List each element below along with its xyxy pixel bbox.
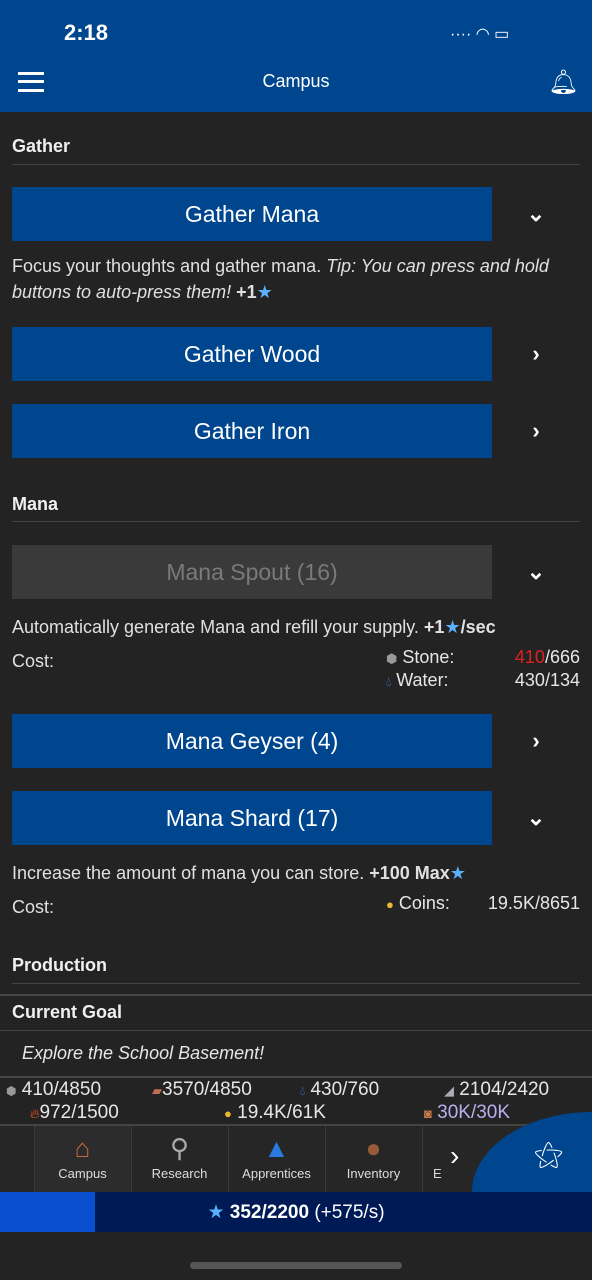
resource-wood: ▰3570/4850 <box>152 1079 252 1100</box>
cost-stone: ⬢ Stone: <box>386 647 455 667</box>
mana-spout-description: Automatically generate Mana and refill y… <box>12 617 496 637</box>
wood-icon: ▰ <box>152 1083 162 1098</box>
tab-apprentices[interactable]: ▲ Apprentices <box>228 1126 324 1192</box>
cost-coins: ● Coins: <box>386 893 450 913</box>
chevron-right-icon[interactable]: › <box>520 338 552 370</box>
mana-spout-button[interactable]: Mana Spout (16) <box>12 545 492 599</box>
mana-star-icon: ★ <box>256 282 273 302</box>
chevron-down-icon[interactable]: ⌄ <box>520 802 552 834</box>
chevron-right-icon[interactable]: › <box>520 415 552 447</box>
mana-bar: ★ 352/2200 (+575/s) <box>0 1192 592 1232</box>
resource-time: ◙ 30K/30K <box>424 1102 511 1123</box>
wizard-hat-icon: ▲ <box>263 1133 290 1163</box>
current-goal-text: Explore the School Basement! <box>22 1043 265 1063</box>
resource-stone: ⬢ 410/4850 <box>6 1079 102 1100</box>
cost-water-value: 430/134 <box>514 670 580 690</box>
chevron-down-icon[interactable]: ⌄ <box>520 198 552 230</box>
mana-bar-label: ★ 352/2200 (+575/s) <box>207 1202 385 1223</box>
tab-more[interactable]: E <box>422 1126 452 1192</box>
cost-label: Cost: <box>12 651 55 671</box>
section-gather-title: Gather <box>12 136 71 156</box>
gather-mana-button[interactable]: Gather Mana <box>12 187 492 241</box>
app-header: 2:18 ···· ◠ ▭ Campus 🔔︎ <box>0 0 592 112</box>
resource-fire: 🔥︎972/1500 <box>30 1102 119 1123</box>
cost-water: 💧︎ Water: <box>386 670 449 690</box>
resource-water: 💧︎ 430/760 <box>300 1079 380 1100</box>
mana-star-icon: ★ <box>207 1202 225 1223</box>
divider <box>0 994 592 996</box>
clock-icon: ◙ <box>424 1106 432 1121</box>
tab-inventory[interactable]: ● Inventory <box>325 1126 421 1192</box>
tab-campus[interactable]: ⌂ Campus <box>34 1126 130 1192</box>
status-icons: ···· ◠ ▭ <box>450 26 510 43</box>
fire-icon: 🔥︎ <box>30 1106 40 1121</box>
water-icon: 💧︎ <box>300 1083 306 1098</box>
mana-shard-description: Increase the amount of mana you can stor… <box>12 863 466 883</box>
mana-geyser-button[interactable]: Mana Geyser (4) <box>12 714 492 768</box>
section-mana-title: Mana <box>12 494 59 514</box>
stone-icon: ⬢ <box>386 651 398 666</box>
cost-label: Cost: <box>12 897 55 917</box>
home-indicator <box>190 1262 402 1269</box>
stone-icon: ⬢ <box>6 1084 17 1098</box>
chevron-down-icon[interactable]: ⌄ <box>520 556 552 588</box>
house-icon: ⌂ <box>74 1133 91 1163</box>
tab-research[interactable]: ⚲ Research <box>131 1126 227 1192</box>
resource-iron: ◢ 2104/2420 <box>444 1079 550 1100</box>
gather-mana-description: Focus your thoughts and gather mana. Tip… <box>12 256 549 302</box>
water-icon: 💧︎ <box>386 674 392 689</box>
divider <box>0 1076 592 1078</box>
mana-star-icon: ★ <box>444 617 461 637</box>
coins-icon: ● <box>224 1106 232 1121</box>
chevron-right-icon[interactable]: › <box>450 1140 459 1172</box>
magic-wand-icon: ⚝ <box>534 1138 564 1171</box>
cost-coins-value: 19.5K/8651 <box>487 893 580 913</box>
bag-icon: ● <box>365 1133 382 1163</box>
status-time: 2:18 <box>64 20 109 45</box>
chevron-right-icon[interactable]: › <box>520 725 552 757</box>
divider <box>12 521 580 522</box>
page-title: Campus <box>262 71 330 91</box>
mana-shard-button[interactable]: Mana Shard (17) <box>12 791 492 845</box>
gather-wood-button[interactable]: Gather Wood <box>12 327 492 381</box>
section-production-title: Production <box>12 955 107 975</box>
coins-icon: ● <box>386 897 394 912</box>
resource-coins: ● 19.4K/61K <box>224 1102 326 1123</box>
current-goal-title: Current Goal <box>12 1002 123 1022</box>
divider <box>12 983 580 984</box>
divider <box>12 164 580 165</box>
iron-icon: ◢ <box>444 1083 454 1098</box>
gather-iron-button[interactable]: Gather Iron <box>12 404 492 458</box>
cost-stone-value: 410/666 <box>514 647 580 667</box>
mana-star-icon: ★ <box>449 863 466 883</box>
divider <box>0 1030 592 1031</box>
magnifier-icon: ⚲ <box>169 1133 190 1163</box>
bell-icon[interactable]: 🔔︎ <box>548 68 578 97</box>
